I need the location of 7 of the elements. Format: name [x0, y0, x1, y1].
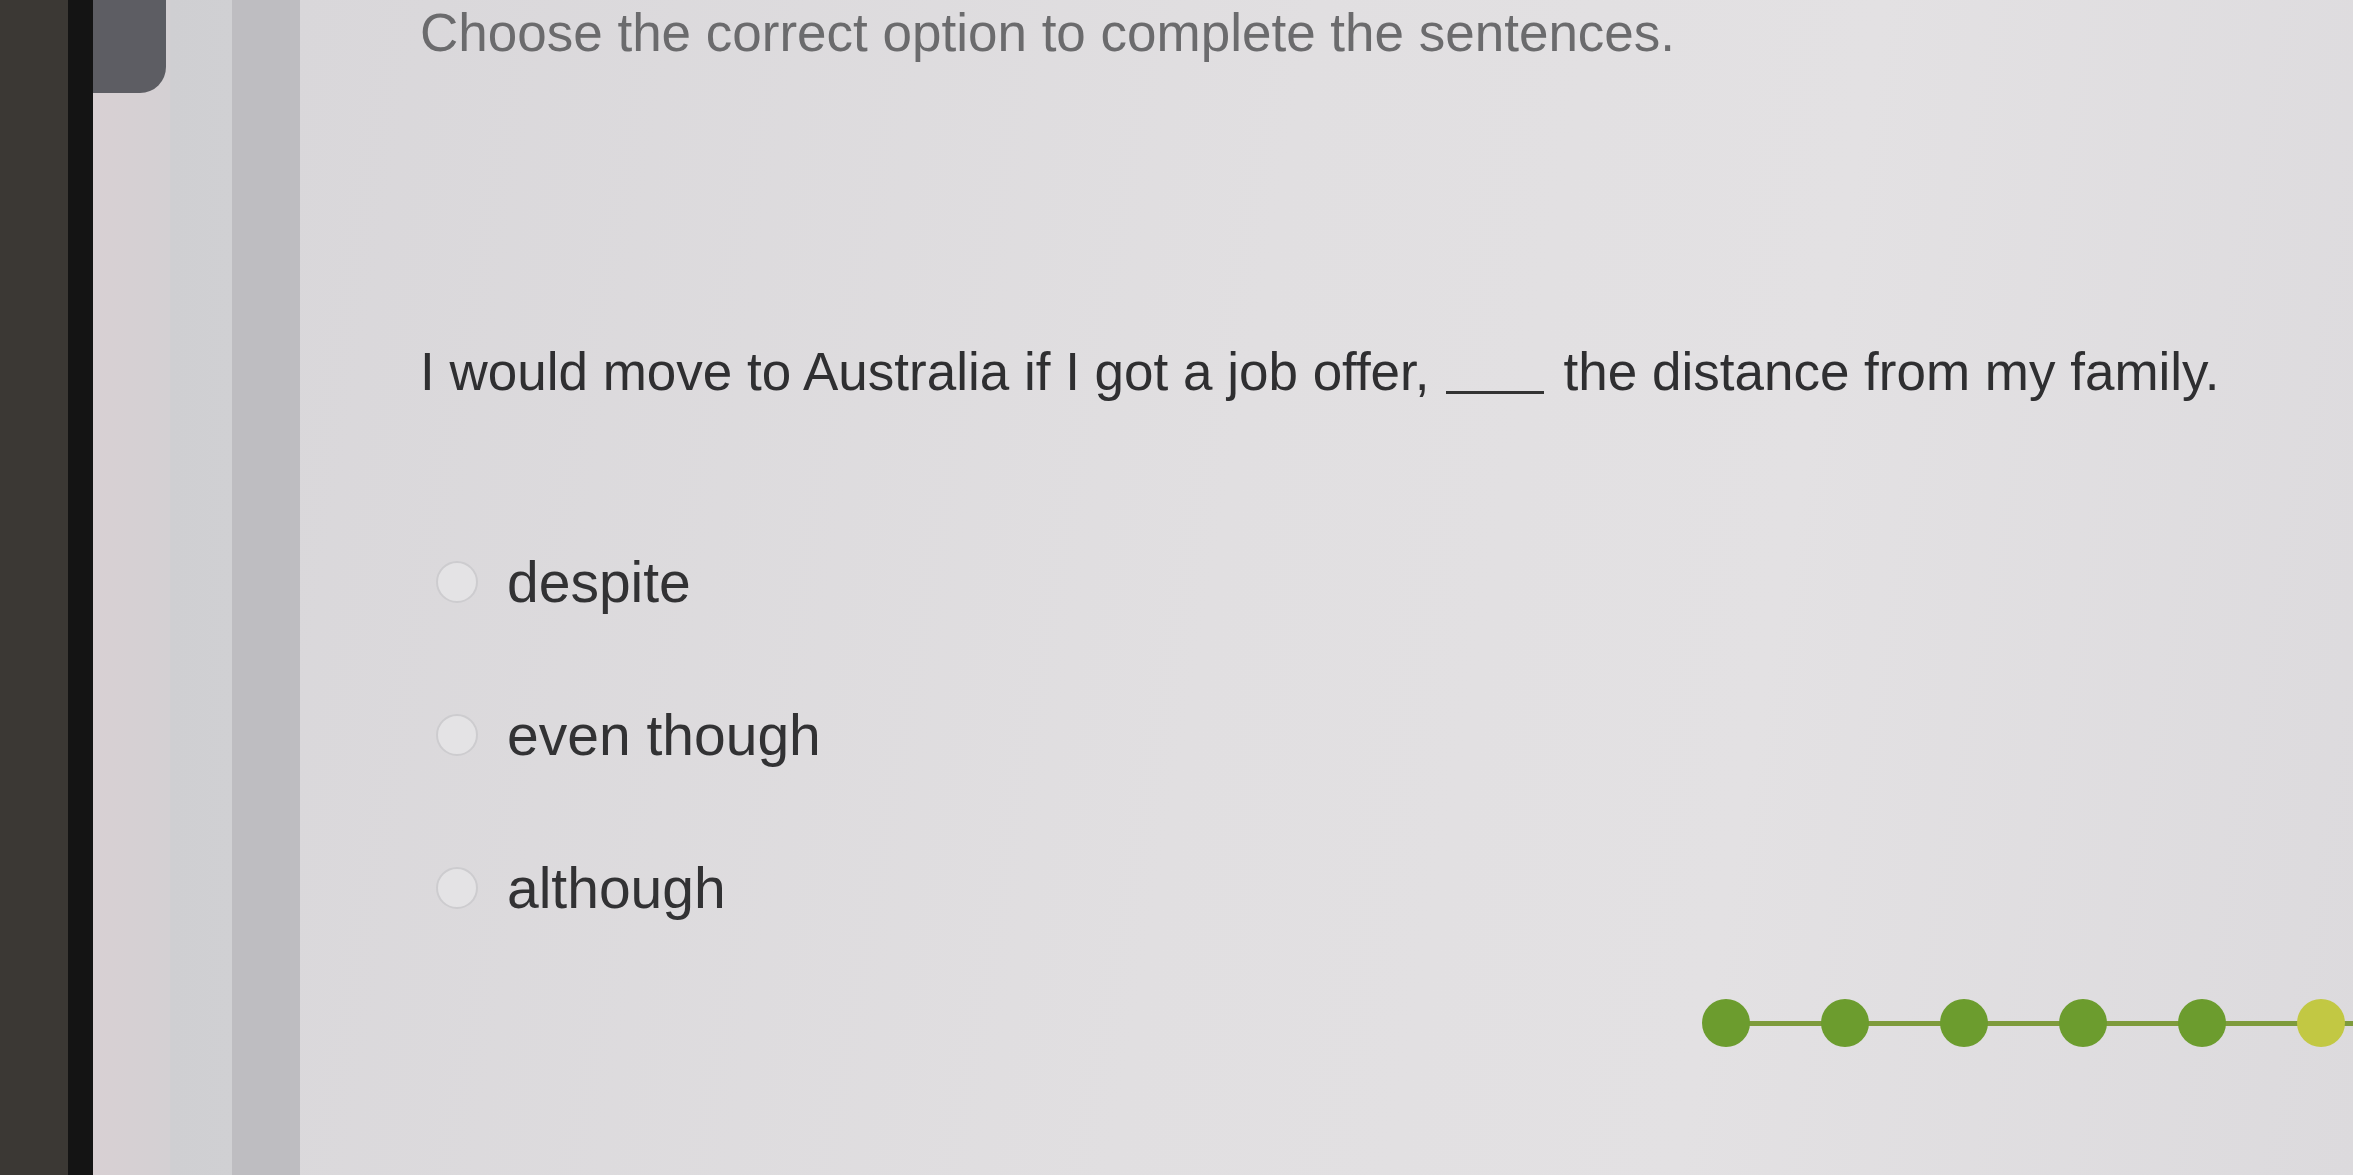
option-label[interactable]: even though: [507, 700, 821, 770]
instruction-text: Choose the correct option to complete the sentences.: [420, 3, 1676, 63]
option-label[interactable]: although: [507, 853, 726, 923]
question-text: the distance from my family.: [1563, 341, 2220, 403]
question-text: I would move to Australia if I got a job offer,: [420, 341, 1430, 403]
option-label[interactable]: despite: [507, 547, 691, 617]
side-tab[interactable]: [93, 0, 166, 93]
